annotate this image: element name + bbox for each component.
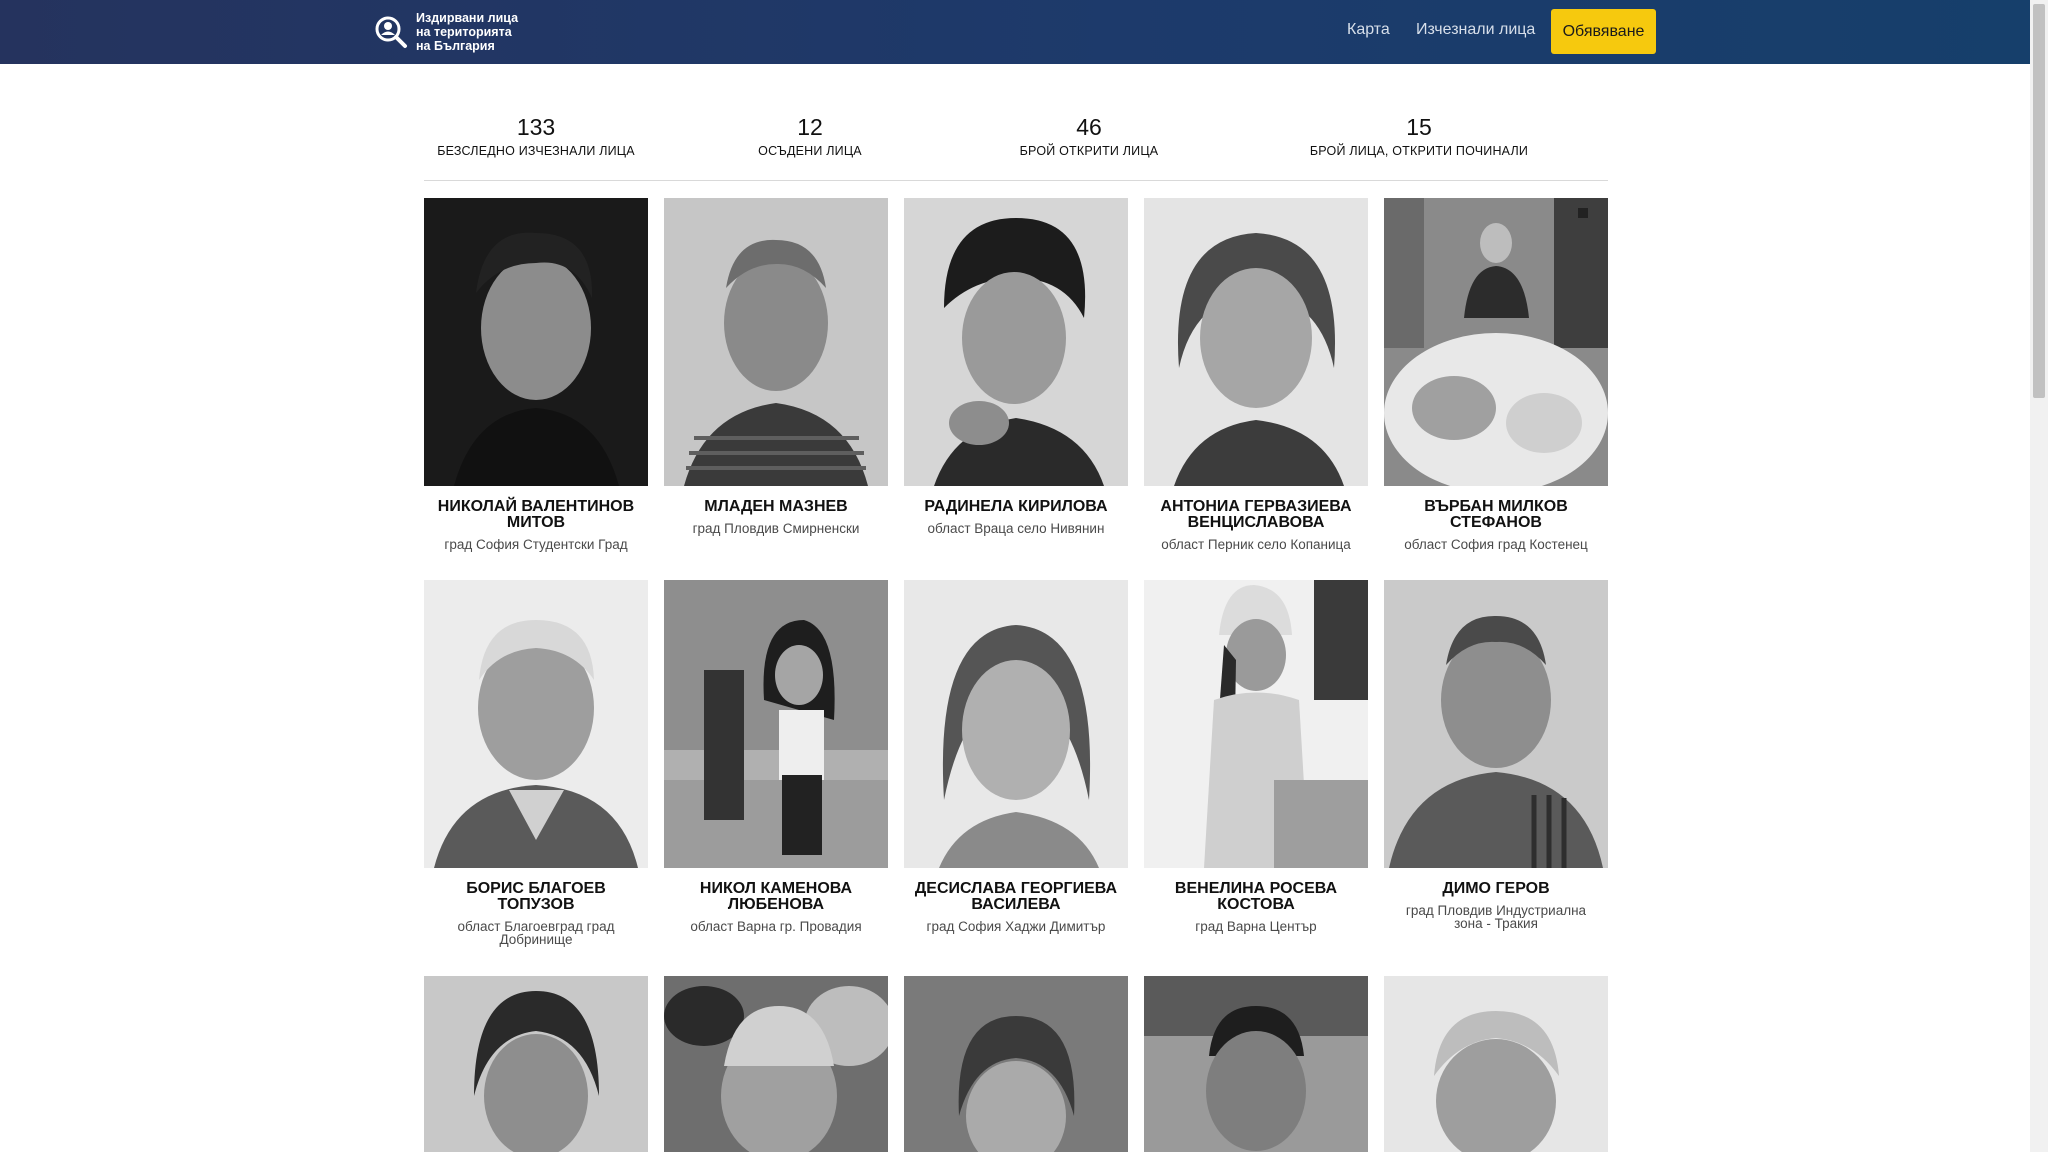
- person-card[interactable]: НИКОЛ КАМЕНОВА ЛЮБЕНОВА област Варна гр.…: [664, 580, 888, 933]
- person-photo[interactable]: [1384, 976, 1608, 1152]
- stat-number: 12: [797, 114, 823, 140]
- brand-line-3: на България: [416, 39, 495, 53]
- person-name[interactable]: РАДИНЕЛА КИРИЛОВА: [904, 499, 1128, 515]
- person-photo[interactable]: [904, 198, 1128, 486]
- scrollbar-thumb[interactable]: [2033, 4, 2045, 398]
- site-logo[interactable]: Издирвани лица на територията на Българи…: [374, 10, 546, 54]
- person-location: град София Хаджи Димитър: [926, 919, 1106, 934]
- person-location: област Перник село Копаница: [1161, 537, 1351, 552]
- person-card[interactable]: ДИМО ГЕРОВ град Пловдив Индустриална зон…: [1384, 580, 1608, 930]
- person-photo[interactable]: [904, 976, 1128, 1152]
- person-location: град София Студентски Град: [444, 537, 628, 552]
- brand-line-2: на територията: [416, 25, 512, 39]
- person-name[interactable]: ДЕСИСЛАВА ГЕОРГИЕВА ВАСИЛЕВА: [904, 881, 1128, 913]
- stat-found: 46 БРОЙ ОТКРИТИ ЛИЦА: [999, 112, 1179, 158]
- person-photo[interactable]: [424, 580, 648, 868]
- person-location: област Враца село Нивянин: [927, 521, 1105, 536]
- stat-number: 133: [516, 114, 556, 140]
- person-card[interactable]: [904, 976, 1128, 1152]
- person-location: област Варна гр. Провадия: [690, 919, 862, 934]
- person-photo[interactable]: [424, 976, 648, 1152]
- person-card[interactable]: РАДИНЕЛА КИРИЛОВА област Враца село Нивя…: [904, 198, 1128, 535]
- site-title: Издирвани лица на територията на Българи…: [416, 11, 546, 53]
- stat-missing: 133 БЕЗСЛЕДНО ИЗЧЕЗНАЛИ ЛИЦА: [421, 112, 651, 158]
- person-photo[interactable]: [1144, 580, 1368, 868]
- page-scrollbar[interactable]: [2030, 0, 2048, 1152]
- person-location: град Варна Център: [1195, 919, 1317, 934]
- search-person-icon: [375, 16, 407, 48]
- statistics-bar: 133 БЕЗСЛЕДНО ИЗЧЕЗНАЛИ ЛИЦА 12 ОСЪДЕНИ …: [424, 112, 1608, 181]
- person-location: област Благоевград град Добринище: [457, 919, 615, 947]
- person-name[interactable]: БОРИС БЛАГОЕВ ТОПУЗОВ: [424, 881, 648, 913]
- top-navbar: Издирвани лица на територията на Българи…: [0, 0, 2030, 64]
- nav-map-link[interactable]: Карта: [1347, 21, 1390, 39]
- person-card[interactable]: [664, 976, 888, 1152]
- person-card[interactable]: НИКОЛАЙ ВАЛЕНТИНОВ МИТОВ град София Студ…: [424, 198, 648, 551]
- person-card[interactable]: [1144, 976, 1368, 1152]
- stat-convicted: 12 ОСЪДЕНИ ЛИЦА: [715, 112, 905, 158]
- nav-missing-link[interactable]: Изчезнали лица: [1416, 21, 1535, 39]
- person-name[interactable]: МЛАДЕН МАЗНЕВ: [664, 499, 888, 515]
- person-card[interactable]: ВЪРБАН МИЛКОВ СТЕФАНОВ област София град…: [1384, 198, 1608, 551]
- person-card[interactable]: ДЕСИСЛАВА ГЕОРГИЕВА ВАСИЛЕВА град София …: [904, 580, 1128, 933]
- person-location: област София град Костенец: [1404, 537, 1588, 552]
- person-name[interactable]: ДИМО ГЕРОВ: [1384, 881, 1608, 897]
- person-card[interactable]: ВЕНЕЛИНА РОСЕВА КОСТОВА град Варна Центъ…: [1144, 580, 1368, 933]
- stat-label: БЕЗСЛЕДНО ИЗЧЕЗНАЛИ ЛИЦА: [437, 144, 635, 158]
- person-card[interactable]: АНТОНИА ГЕРВАЗИЕВА ВЕНЦИСЛАВОВА област П…: [1144, 198, 1368, 551]
- brand-line-1: Издирвани лица: [416, 11, 519, 25]
- person-location: град Пловдив Смирненски: [692, 521, 860, 536]
- person-name[interactable]: НИКОЛ КАМЕНОВА ЛЮБЕНОВА: [664, 881, 888, 913]
- person-photo[interactable]: [664, 198, 888, 486]
- person-photo[interactable]: [1384, 198, 1608, 486]
- stat-number: 15: [1406, 114, 1432, 140]
- person-card[interactable]: [1384, 976, 1608, 1152]
- stat-label: ОСЪДЕНИ ЛИЦА: [758, 144, 862, 158]
- person-card[interactable]: [424, 976, 648, 1152]
- person-location: град Пловдив Индустриална зона - Тракия: [1405, 903, 1587, 931]
- announce-button[interactable]: Обявяване: [1551, 9, 1656, 54]
- person-photo[interactable]: [904, 580, 1128, 868]
- person-photo[interactable]: [424, 198, 648, 486]
- person-photo[interactable]: [1384, 580, 1608, 868]
- stat-label: БРОЙ ЛИЦА, ОТКРИТИ ПОЧИНАЛИ: [1309, 144, 1529, 158]
- person-name[interactable]: ВЪРБАН МИЛКОВ СТЕФАНОВ: [1384, 499, 1608, 531]
- person-card[interactable]: МЛАДЕН МАЗНЕВ град Пловдив Смирненски: [664, 198, 888, 535]
- stat-number: 46: [1076, 114, 1102, 140]
- stat-found-deceased: 15 БРОЙ ЛИЦА, ОТКРИТИ ПОЧИНАЛИ: [1294, 112, 1544, 158]
- person-photo[interactable]: [664, 976, 888, 1152]
- person-name[interactable]: АНТОНИА ГЕРВАЗИЕВА ВЕНЦИСЛАВОВА: [1144, 499, 1368, 531]
- person-name[interactable]: НИКОЛАЙ ВАЛЕНТИНОВ МИТОВ: [424, 499, 648, 531]
- stat-label: БРОЙ ОТКРИТИ ЛИЦА: [1019, 144, 1159, 158]
- person-card[interactable]: БОРИС БЛАГОЕВ ТОПУЗОВ област Благоевград…: [424, 580, 648, 946]
- person-name[interactable]: ВЕНЕЛИНА РОСЕВА КОСТОВА: [1144, 881, 1368, 913]
- person-photo[interactable]: [1144, 976, 1368, 1152]
- person-photo[interactable]: [664, 580, 888, 868]
- person-photo[interactable]: [1144, 198, 1368, 486]
